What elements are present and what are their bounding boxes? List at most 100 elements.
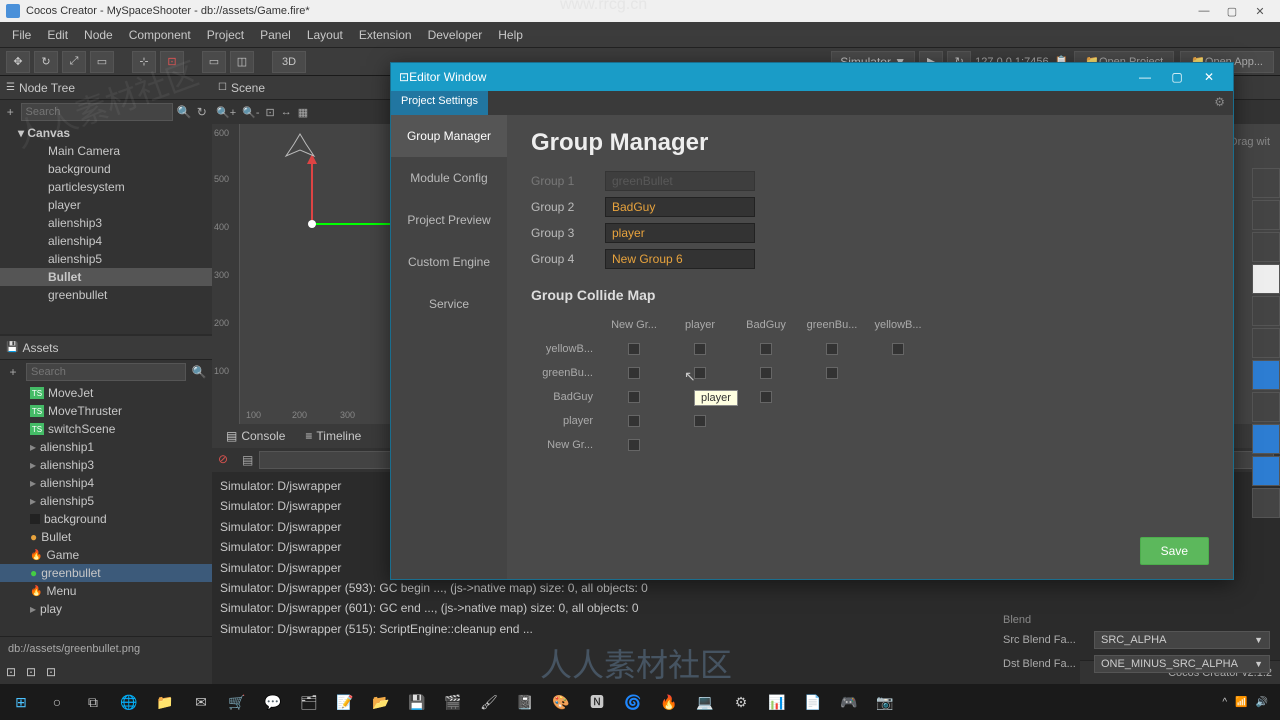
status-icon[interactable]: ⊡	[26, 665, 40, 679]
sidebar-group-manager[interactable]: Group Manager	[391, 115, 507, 157]
taskbar-app[interactable]: 🌀	[616, 687, 650, 717]
collide-checkbox[interactable]	[826, 367, 838, 379]
asset-item[interactable]: ▸alienship1	[0, 438, 212, 456]
add-node-button[interactable]: +	[4, 105, 17, 119]
asset-search-input[interactable]	[26, 363, 186, 381]
status-icon[interactable]: ⊡	[46, 665, 60, 679]
src-blend-select[interactable]: SRC_ALPHA▼	[1094, 631, 1270, 649]
asset-item[interactable]: ●greenbullet	[0, 564, 212, 582]
taskbar-app[interactable]: 🎬	[436, 687, 470, 717]
side-tab[interactable]	[1252, 168, 1280, 198]
asset-item[interactable]: 🔥Game	[0, 546, 212, 564]
taskbar-app[interactable]: 📄	[796, 687, 830, 717]
cortana-icon[interactable]: ○	[40, 687, 74, 717]
status-icon[interactable]: ⊡	[6, 665, 20, 679]
sidebar-module-config[interactable]: Module Config	[391, 157, 507, 199]
collide-checkbox[interactable]	[628, 439, 640, 451]
ew-minimize-button[interactable]: —	[1129, 70, 1161, 84]
asset-item[interactable]: ▸play	[0, 600, 212, 618]
pivot-tool[interactable]: ▭	[202, 51, 226, 73]
side-tab[interactable]	[1252, 488, 1280, 518]
collide-checkbox[interactable]	[892, 343, 904, 355]
taskbar-app[interactable]: 📂	[364, 687, 398, 717]
save-button[interactable]: Save	[1140, 537, 1209, 565]
tree-item[interactable]: background	[0, 160, 212, 178]
close-button[interactable]: ✕	[1246, 5, 1274, 18]
taskbar-app[interactable]: ⚙	[724, 687, 758, 717]
menu-extension[interactable]: Extension	[351, 28, 420, 42]
side-tab[interactable]	[1252, 424, 1280, 454]
collide-checkbox[interactable]	[628, 415, 640, 427]
taskbar-app[interactable]: 🅽	[580, 687, 614, 717]
group-input[interactable]	[605, 249, 755, 269]
taskbar-app[interactable]: 🎮	[832, 687, 866, 717]
collide-checkbox[interactable]	[628, 391, 640, 403]
zoom-out-icon[interactable]: 🔍-	[242, 106, 259, 119]
side-tab[interactable]	[1252, 296, 1280, 326]
side-tab[interactable]	[1252, 328, 1280, 358]
collide-checkbox[interactable]	[628, 367, 640, 379]
menu-developer[interactable]: Developer	[420, 28, 491, 42]
tree-item[interactable]: greenbullet	[0, 286, 212, 304]
search-icon[interactable]: 🔍	[177, 105, 192, 119]
menu-node[interactable]: Node	[76, 28, 121, 42]
asset-item[interactable]: TSMoveThruster	[0, 402, 212, 420]
move-tool[interactable]: ✥	[6, 51, 30, 73]
taskbar-app[interactable]: 🌐	[112, 687, 146, 717]
taskbar-app[interactable]: 💻	[688, 687, 722, 717]
tree-item[interactable]: Bullet	[0, 268, 212, 286]
taskbar-app[interactable]: 🔥	[652, 687, 686, 717]
tree-item[interactable]: alienship3	[0, 214, 212, 232]
asset-item[interactable]: 🔥Menu	[0, 582, 212, 600]
grid-icon[interactable]: ▦	[298, 106, 308, 119]
fit-icon[interactable]: ⊡	[265, 106, 274, 119]
group-input[interactable]	[605, 171, 755, 191]
collide-checkbox[interactable]	[694, 415, 706, 427]
menu-edit[interactable]: Edit	[39, 28, 76, 42]
add-asset-button[interactable]: +	[4, 365, 22, 379]
collide-checkbox[interactable]	[826, 343, 838, 355]
tree-item[interactable]: alienship4	[0, 232, 212, 250]
menu-layout[interactable]: Layout	[299, 28, 351, 42]
settings-icon[interactable]: ⚙	[1206, 91, 1233, 115]
collide-checkbox[interactable]	[760, 343, 772, 355]
menu-file[interactable]: File	[4, 28, 39, 42]
wifi-icon[interactable]: 📶	[1235, 697, 1247, 708]
collide-checkbox[interactable]	[694, 367, 706, 379]
sidebar-project-preview[interactable]: Project Preview	[391, 199, 507, 241]
dst-blend-select[interactable]: ONE_MINUS_SRC_ALPHA▼	[1094, 655, 1270, 673]
taskbar-app[interactable]: 💬	[256, 687, 290, 717]
asset-item[interactable]: ●Bullet	[0, 528, 212, 546]
scale-tool[interactable]: ⤢	[62, 51, 86, 73]
taskbar-app[interactable]: 💾	[400, 687, 434, 717]
menu-panel[interactable]: Panel	[252, 28, 299, 42]
tree-item[interactable]: alienship5	[0, 250, 212, 268]
mode-3d[interactable]: 3D	[272, 51, 306, 73]
side-tab[interactable]	[1252, 232, 1280, 262]
taskbar-app[interactable]: 🗂	[292, 687, 326, 717]
minimize-button[interactable]: —	[1190, 5, 1218, 17]
local-tool[interactable]: ◫	[230, 51, 254, 73]
tree-root[interactable]: ▾ Canvas	[0, 124, 212, 142]
tray-icon[interactable]: ^	[1222, 697, 1227, 708]
collide-checkbox[interactable]	[628, 343, 640, 355]
clear-console-button[interactable]: ⊘	[218, 452, 236, 468]
taskview-icon[interactable]: ⧉	[76, 687, 110, 717]
node-search-input[interactable]	[21, 103, 173, 121]
ruler-icon[interactable]: ↔	[281, 106, 292, 118]
align-tool[interactable]: ⊡	[160, 51, 184, 73]
ew-maximize-button[interactable]: ▢	[1161, 70, 1193, 84]
taskbar-app[interactable]: 📊	[760, 687, 794, 717]
search-icon[interactable]: 🔍	[190, 365, 208, 379]
editor-window-titlebar[interactable]: ⊡ Editor Window — ▢ ✕	[391, 63, 1233, 91]
collapse-icon[interactable]: ↻	[195, 105, 208, 119]
collide-checkbox[interactable]	[694, 343, 706, 355]
taskbar-app[interactable]: 🖌	[472, 687, 506, 717]
asset-item[interactable]: ▸alienship4	[0, 474, 212, 492]
tab-console[interactable]: ▤ Console	[216, 427, 295, 445]
anchor-tool[interactable]: ⊹	[132, 51, 156, 73]
asset-item[interactable]: ▸alienship3	[0, 456, 212, 474]
asset-item[interactable]: background	[0, 510, 212, 528]
tree-item[interactable]: particlesystem	[0, 178, 212, 196]
asset-item[interactable]: TSswitchScene	[0, 420, 212, 438]
